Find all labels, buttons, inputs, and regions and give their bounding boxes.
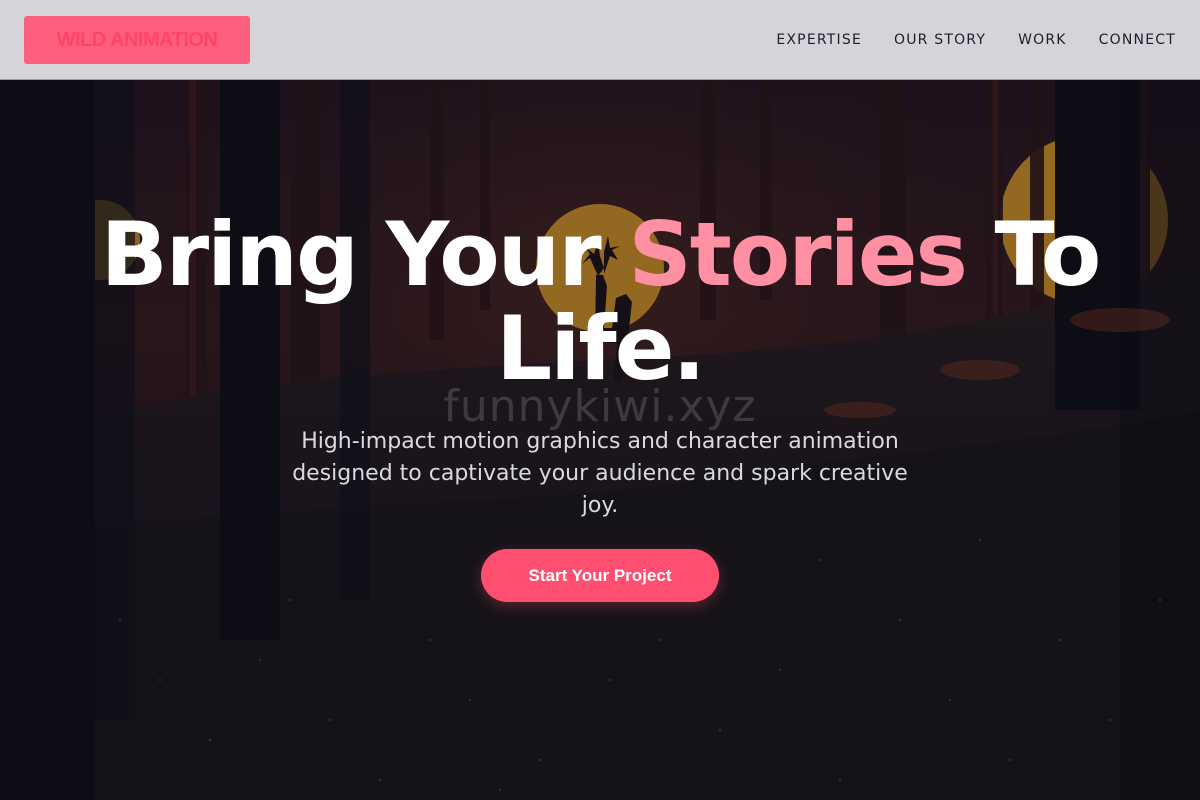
nav-link-our-story[interactable]: OUR STORY (894, 32, 986, 48)
headline-accent: Stories (628, 203, 968, 306)
hero-section: Bring Your Stories To Life. funnykiwi.xy… (0, 80, 1200, 800)
page: WILD ANIMATION EXPERTISE OUR STORY WORK … (0, 0, 1200, 800)
nav-link-connect[interactable]: CONNECT (1099, 32, 1176, 48)
start-project-button[interactable]: Start Your Project (481, 549, 719, 602)
headline-part-1: Bring Your (100, 203, 629, 306)
nav-link-expertise[interactable]: EXPERTISE (776, 32, 862, 48)
hero-subtitle: High-impact motion graphics and characte… (292, 429, 908, 518)
site-header: WILD ANIMATION EXPERTISE OUR STORY WORK … (0, 0, 1200, 80)
logo[interactable]: WILD ANIMATION (24, 16, 250, 64)
main-nav: EXPERTISE OUR STORY WORK CONNECT (744, 0, 1176, 80)
hero-headline: Bring Your Stories To Life. (0, 208, 1200, 396)
nav-link-work[interactable]: WORK (1018, 32, 1067, 48)
